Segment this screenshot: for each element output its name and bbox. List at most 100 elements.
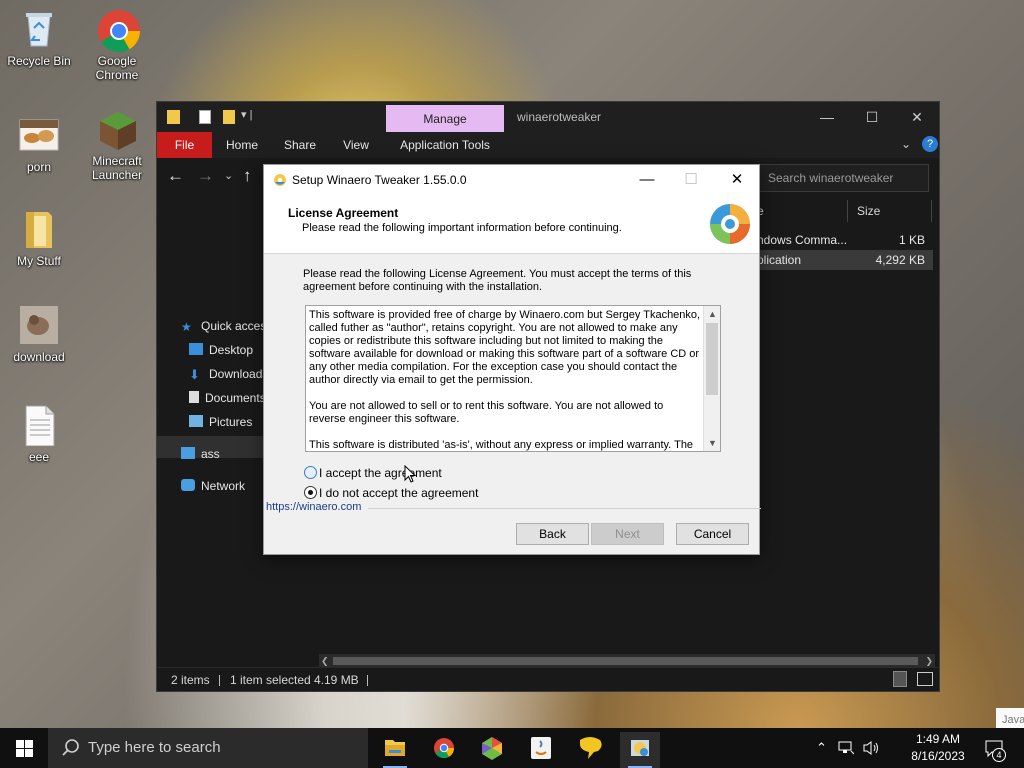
scroll-down-icon[interactable]: ▼ <box>704 435 720 451</box>
tab-home[interactable]: Home <box>219 132 265 158</box>
accept-label: I accept the agreement <box>319 466 442 480</box>
taskbar-search-box[interactable]: Type here to search <box>48 728 368 768</box>
taskbar-chat[interactable] <box>570 732 610 768</box>
dialog-minimize-button[interactable]: — <box>625 169 669 191</box>
tab-view[interactable]: View <box>335 132 377 158</box>
nav-item-network[interactable]: Network <box>181 476 245 496</box>
dialog-maximize-button: ☐ <box>684 171 698 188</box>
column-header-size[interactable]: Size <box>857 204 880 218</box>
desktop-icon-label: Minecraft Launcher <box>91 154 143 182</box>
desktop-icon-label: porn <box>26 160 52 174</box>
tab-manage[interactable]: Manage <box>386 105 504 133</box>
horizontal-scrollbar[interactable]: ❮ ❯ <box>319 654 935 668</box>
close-button[interactable]: ✕ <box>897 106 937 128</box>
license-textbox[interactable]: This software is provided free of charge… <box>305 305 721 452</box>
up-arrow-icon[interactable]: ↑ <box>243 166 252 186</box>
search-icon <box>62 728 80 768</box>
nav-item-pictures[interactable]: Pictures <box>189 412 252 432</box>
clock-date: 8/16/2023 <box>911 749 965 763</box>
desktop-icon-eee[interactable]: eee <box>0 404 78 464</box>
expand-ribbon-icon[interactable]: ⌄ <box>901 137 911 151</box>
minimize-button[interactable]: — <box>807 106 847 128</box>
scroll-right-icon[interactable]: ❯ <box>925 654 933 668</box>
radio-button-selected[interactable] <box>304 486 317 499</box>
details-view-icon[interactable] <box>893 671 907 687</box>
back-button[interactable]: Back <box>516 523 589 545</box>
accept-radio[interactable]: I accept the agreement <box>304 465 442 481</box>
network-icon <box>181 479 195 491</box>
tab-application-tools[interactable]: Application Tools <box>386 132 504 158</box>
taskbar: Type here to search ⌃ 1:49 AM 8/16/2023 … <box>0 728 1024 768</box>
back-arrow-icon[interactable]: ← <box>167 166 184 186</box>
status-separator <box>219 675 220 686</box>
desktop-icon-label: download <box>13 350 65 364</box>
desktop-icon-download[interactable]: download <box>0 304 78 364</box>
forward-arrow-icon[interactable]: → <box>197 166 214 186</box>
license-scrollbar[interactable]: ▲ ▼ <box>703 306 720 451</box>
nav-item-desktop[interactable]: Desktop <box>189 340 253 360</box>
desktop-icon-google-chrome[interactable]: Google Chrome <box>78 8 156 82</box>
chrome-icon <box>96 8 140 53</box>
desktop-icon-recycle-bin[interactable]: Recycle Bin <box>0 8 78 68</box>
scrollbar-thumb[interactable] <box>333 657 918 665</box>
nav-item-quick-access[interactable]: ★ Quick access <box>181 316 272 336</box>
taskbar-app-polygon[interactable] <box>472 732 512 768</box>
desktop-icon-porn[interactable]: porn <box>0 114 78 174</box>
properties-icon[interactable] <box>199 110 211 124</box>
nav-item-documents[interactable]: Documents <box>189 388 266 408</box>
dialog-close-button[interactable]: ✕ <box>715 169 759 191</box>
help-icon[interactable]: ? <box>922 136 938 152</box>
taskbar-winaero-setup[interactable] <box>620 732 660 768</box>
license-paragraph: This software is provided free of charge… <box>309 309 701 386</box>
nav-item-downloads[interactable]: ⬇ Downloads <box>189 364 268 384</box>
desktop-icon-minecraft[interactable]: Minecraft Launcher <box>78 108 156 182</box>
folder-icon <box>167 110 180 124</box>
network-status-icon[interactable] <box>838 741 855 758</box>
search-input[interactable]: Search winaerotweaker <box>757 164 929 192</box>
taskbar-file-explorer[interactable] <box>375 732 415 768</box>
search-placeholder: Type here to search <box>88 739 221 756</box>
file-row[interactable]: ndows Comma... 1 KB <box>757 230 933 250</box>
file-explorer-icon <box>385 740 405 756</box>
image-file-icon <box>18 304 60 346</box>
scrollbar-thumb[interactable] <box>706 323 718 395</box>
show-hidden-icons-icon[interactable]: ⌃ <box>816 728 827 768</box>
customize-quick-access-icon[interactable]: ▾ | <box>241 108 252 121</box>
taskbar-clock[interactable]: 1:49 AM 8/16/2023 <box>905 731 971 765</box>
recycle-bin-icon <box>18 8 60 50</box>
intro-text: Please read the following License Agreem… <box>303 268 692 293</box>
taskbar-chrome[interactable] <box>424 732 464 768</box>
nav-item-ass[interactable]: ass <box>181 444 220 464</box>
column-divider <box>847 200 848 222</box>
volume-icon[interactable] <box>862 740 880 759</box>
taskbar-java[interactable] <box>521 732 561 768</box>
mouse-cursor-icon <box>404 464 417 486</box>
windows-start-icon[interactable] <box>16 740 33 760</box>
radio-button[interactable] <box>304 466 317 479</box>
cancel-button[interactable]: Cancel <box>676 523 749 545</box>
scroll-up-icon[interactable]: ▲ <box>704 306 720 322</box>
scroll-left-icon[interactable]: ❮ <box>321 654 329 668</box>
new-folder-icon[interactable] <box>223 110 235 124</box>
tab-share[interactable]: Share <box>277 132 323 158</box>
status-selected-size: 4.19 MB <box>314 673 359 687</box>
winaero-logo-icon <box>703 201 757 250</box>
setup-icon <box>631 740 649 756</box>
explorer-titlebar[interactable]: ▾ | Manage winaerotweaker — ☐ ✕ <box>157 102 939 133</box>
tab-file[interactable]: File <box>157 132 212 158</box>
download-icon: ⬇ <box>189 367 200 382</box>
large-icons-view-icon[interactable] <box>917 672 933 686</box>
decline-radio[interactable]: I do not accept the agreement <box>304 485 478 501</box>
desktop-icon-my-stuff[interactable]: My Stuff <box>0 208 78 268</box>
hexagon-app-icon <box>482 737 502 760</box>
status-selected-count: 1 item selected <box>230 673 311 687</box>
recent-locations-icon[interactable]: ⌄ <box>224 169 233 182</box>
header-title: License Agreement <box>288 206 399 220</box>
decline-label: I do not accept the agreement <box>319 486 479 500</box>
file-row-selected[interactable]: plication 4,292 KB <box>757 250 933 270</box>
dialog-titlebar[interactable]: Setup Winaero Tweaker 1.55.0.0 — ☐ ✕ <box>264 165 759 195</box>
desktop-icon <box>189 343 203 355</box>
license-text: This software is provided free of charge… <box>306 306 702 451</box>
winaero-link[interactable]: https://winaero.com <box>266 501 361 513</box>
maximize-button[interactable]: ☐ <box>852 106 892 128</box>
